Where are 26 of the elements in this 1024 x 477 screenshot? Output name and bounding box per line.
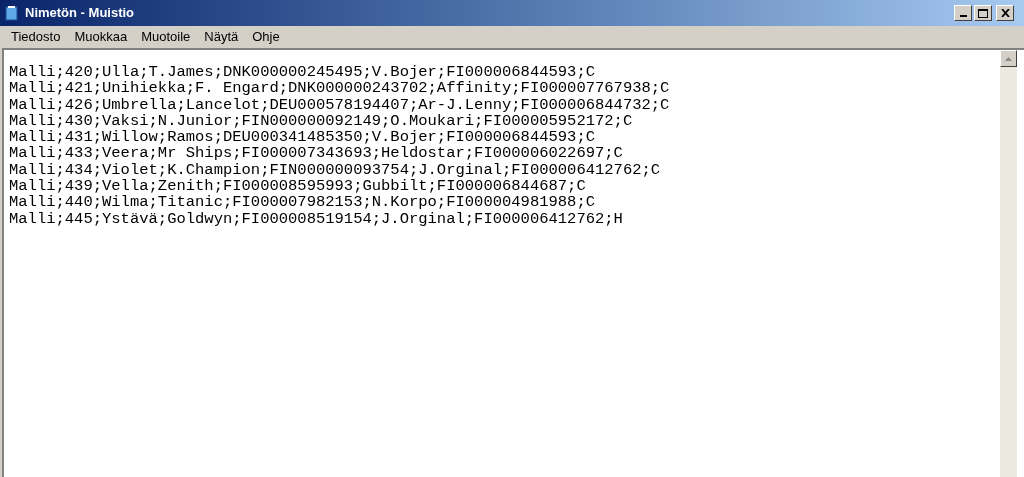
menu-item[interactable]: Tiedosto — [4, 27, 68, 47]
text-line: Malli;439;Vella;Zenith;FI000008595993;Gubbilt;FI000006844687;C — [9, 178, 586, 195]
menu-item[interactable]: Muokkaa — [67, 27, 135, 47]
text-line: Malli;420;Ulla;T.James;DNK000000245495;V.Bojer;FI000006844593;C — [9, 64, 595, 81]
text-line: Malli;426;Umbrella;Lancelot;DEU000578194407;Ar-J.Lenny;FI000006844732;C — [9, 96, 670, 113]
window-title: Nimetön - Muistio — [25, 4, 136, 23]
text-line: Malli;431;Willow;Ramos;DEU000341485350;V.Bojer;FI000006844593;C — [9, 129, 595, 146]
menu-item[interactable]: Näytä — [197, 27, 246, 47]
text-line: Malli;440;Wilma;Titanic;FI000007982153;N.Korpo;FI000004981988;C — [9, 194, 595, 211]
maximize-icon — [978, 8, 988, 18]
minimize-icon — [959, 15, 967, 17]
menu-item[interactable]: Muotoile — [134, 27, 198, 47]
scroll-up-button[interactable] — [1000, 50, 1017, 67]
maximize-button[interactable] — [974, 5, 992, 21]
close-button[interactable] — [996, 5, 1014, 21]
text-line: Malli;421;Unihiekka;F. Engard;DNK000000243702;Affinity;FI000007767938;C — [9, 80, 670, 97]
minimize-button[interactable] — [954, 5, 972, 21]
text-line: Malli;433;Veera;Mr Ships;FI000007343693;Heldostar;FI000006022697;C — [9, 145, 623, 162]
menu-item[interactable]: Ohje — [245, 27, 287, 47]
vertical-scrollbar[interactable] — [1000, 50, 1017, 477]
close-icon — [1000, 9, 1010, 17]
up-arrow-icon — [1005, 56, 1012, 61]
text-line: Malli;445;Ystävä;Goldwyn;FI000008519154;J.Orginal;FI000006412762;H — [9, 210, 623, 227]
text-line: Malli;430;Vaksi;N.Junior;FIN000000092149;O.Moukari;FI000005952172;C — [9, 112, 633, 130]
text-line: Malli;434;Violet;K.Champion;FIN000000093754;J.Orginal;FI000006412762;C — [9, 161, 661, 179]
notepad-icon — [4, 5, 20, 21]
